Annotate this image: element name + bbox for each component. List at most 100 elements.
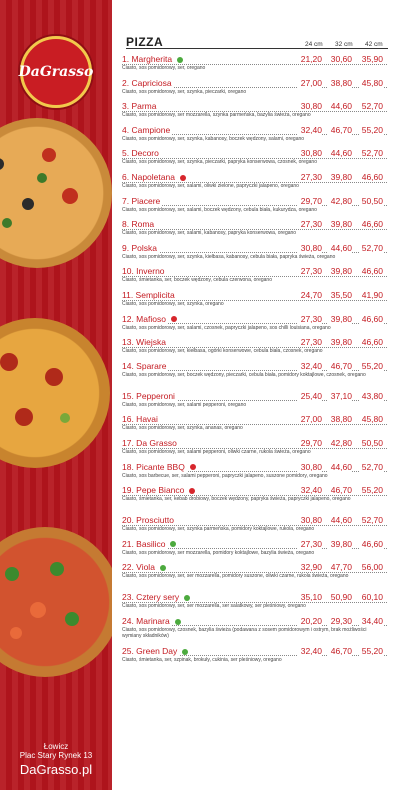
item-description: Ciasto, sos pomidorowy, ser, boczek wędz… — [122, 371, 366, 378]
spicy-icon — [179, 174, 186, 181]
vegetarian-icon — [170, 541, 177, 548]
item-price-2: 46,70 — [328, 360, 352, 371]
item-price-2: 50,90 — [328, 592, 352, 603]
item-name: 9. Polska — [122, 242, 159, 253]
logo-text: DaGrasso — [18, 64, 94, 80]
item-price-3: 46,60 — [359, 266, 383, 277]
item-price-1: 27,30 — [298, 171, 322, 182]
item-price-2: 35,50 — [328, 289, 352, 300]
vegetarian-icon — [174, 618, 181, 625]
size-header-small: 24 cm — [305, 41, 323, 48]
item-description: Ciasto, śmietanka, ser, kebab drobiowy, … — [122, 496, 351, 503]
item-price-2: 39,80 — [328, 313, 352, 324]
spicy-icon — [189, 464, 196, 471]
item-description: Ciasto, sos pomidorowy, czosnek, bazylia… — [122, 626, 367, 639]
item-price-1: 21,20 — [298, 54, 322, 64]
item-price-1: 20,20 — [298, 615, 322, 626]
item-price-2: 44,60 — [328, 515, 352, 526]
menu-item: 19. Pepe Bianco 32,40 46,70 55,20 Ciasto, śm… — [120, 485, 394, 515]
item-price-3: 46,60 — [359, 337, 383, 348]
item-description: Ciasto, śmietanka, ser, boczek wędzony, … — [122, 277, 272, 284]
item-description: Ciasto, sos pomidorowy, ser, salami, oli… — [122, 182, 299, 189]
menu-item: 20. Prosciutto 30,80 44,60 52,70 Ciasto, sos… — [120, 515, 394, 539]
item-name: 20. Prosciutto — [122, 515, 176, 526]
item-price-2: 42,80 — [328, 437, 352, 448]
item-price-1: 32,90 — [298, 562, 322, 573]
menu-item: 3. Parma 30,80 44,60 52,70 Ciasto, sos pomid… — [120, 101, 394, 125]
menu-item: 7. Piacere 29,70 42,80 50,50 Ciasto, sos pom… — [120, 195, 394, 220]
item-price-1: 29,70 — [298, 437, 322, 448]
item-price-2: 44,60 — [328, 461, 352, 472]
item-price-1: 27,30 — [298, 313, 322, 324]
item-description: Ciasto, sos pomidorowy, ser, salami pepp… — [122, 448, 311, 455]
item-price-2: 30,60 — [328, 54, 352, 64]
item-price-2: 39,80 — [328, 219, 352, 230]
menu-item: 5. Decoro 30,80 44,60 52,70 Ciasto, sos pomi… — [120, 148, 394, 172]
item-price-1: 30,80 — [298, 148, 322, 159]
item-name: 1. Margherita — [122, 54, 184, 64]
item-price-1: 30,80 — [298, 101, 322, 112]
item-description: Ciasto, sos pomidorowy, ser, kiełbasa, o… — [122, 348, 323, 355]
size-header-medium: 32 cm — [335, 41, 353, 48]
item-price-3: 52,70 — [359, 515, 383, 526]
item-price-3: 41,90 — [359, 289, 383, 300]
item-name: 5. Decoro — [122, 148, 161, 159]
item-price-3: 35,90 — [359, 54, 383, 64]
vegetarian-icon — [182, 648, 189, 655]
item-description: Ciasto, sos pomidorowy, ser, szynka parm… — [122, 526, 315, 533]
location-footer: Łowicz Plac Stary Rynek 13 DaGrasso.pl — [0, 742, 112, 777]
item-name: 22. Viola — [122, 562, 166, 573]
item-description: Ciasto, sos pomidorowy, ser, szynka, pie… — [122, 159, 317, 166]
menu-item: 10. Inverno 27,30 39,80 46,60 Ciasto, śmieta… — [120, 266, 394, 290]
menu-item: 17. Da Grasso 29,70 42,80 50,50 Ciasto, sos … — [120, 437, 394, 462]
menu-title: PIZZA — [126, 35, 164, 49]
item-price-3: 55,20 — [359, 645, 383, 656]
website-link[interactable]: DaGrasso.pl — [0, 762, 112, 777]
item-price-2: 39,80 — [328, 337, 352, 348]
item-price-2: 46,70 — [328, 124, 352, 135]
spicy-icon — [189, 487, 196, 494]
menu-item: 2. Capriciosa 27,00 38,80 45,80 Ciasto, sos … — [120, 77, 394, 102]
item-price-3: 43,80 — [359, 390, 383, 401]
item-description: Ciasto, sos pomidorowy, ser, szynka, ore… — [122, 300, 224, 307]
item-description: Ciasto, śmietanka, ser, szpinak, brokuły… — [122, 656, 282, 663]
menu-item: 6. Napoletana 27,30 39,80 46,60 Ciasto, sos … — [120, 171, 394, 196]
menu-item: 16. Havai 27,00 38,80 45,80 Ciasto, sos pomi… — [120, 414, 394, 438]
item-name: 7. Piacere — [122, 195, 163, 206]
item-price-1: 30,80 — [298, 242, 322, 253]
item-price-2: 44,60 — [328, 242, 352, 253]
item-price-2: 38,80 — [328, 77, 352, 88]
item-description: Ciasto, sos pomidorowy, ser, szynka, kab… — [122, 135, 305, 142]
menu-items: 1. Margherita 21,20 30,60 35,90 Ciasto, sos … — [120, 54, 394, 669]
brand-logo: DaGrasso — [18, 36, 94, 108]
spicy-icon — [170, 316, 177, 323]
item-price-1: 27,30 — [298, 266, 322, 277]
item-name: 8. Roma — [122, 219, 157, 230]
item-name: 16. Havai — [122, 414, 160, 425]
pizza-menu: PIZZA 24 cm 32 cm 42 cm 1. Margherita 21,… — [120, 0, 394, 663]
item-description: Ciasto, sos pomidorowy, ser, ser mozzare… — [122, 603, 306, 610]
sidebar: DaGrasso Łowicz Plac Stary Rynek 13 DaGr… — [0, 0, 112, 790]
item-price-1: 27,30 — [298, 538, 322, 549]
item-description: Ciasto, sos pomidorowy, ser, salami pepp… — [122, 401, 247, 408]
item-name: 15. Pepperoni — [122, 390, 177, 401]
menu-item: 15. Pepperoni 25,40 37,10 43,80 Ciasto, sos … — [120, 390, 394, 415]
item-price-1: 30,80 — [298, 461, 322, 472]
item-price-1: 29,70 — [298, 195, 322, 206]
item-price-1: 35,10 — [298, 592, 322, 603]
item-price-2: 46,70 — [328, 485, 352, 496]
item-name: 11. Semplicita — [122, 289, 177, 300]
item-price-1: 27,30 — [298, 337, 322, 348]
item-price-3: 50,50 — [359, 437, 383, 448]
item-price-2: 39,80 — [328, 171, 352, 182]
city-label: Łowicz — [43, 742, 69, 751]
item-description: Ciasto, sos pomidorowy, ser mozzarella, … — [122, 112, 311, 119]
item-description: Ciasto, sos barbecue, ser, salami pepper… — [122, 472, 328, 479]
item-price-2: 38,80 — [328, 414, 352, 425]
item-name: 3. Parma — [122, 101, 159, 112]
item-name: 14. Sparare — [122, 360, 169, 371]
menu-item: 13. Wiejska 27,30 39,80 46,60 Ciasto, sos po… — [120, 337, 394, 361]
item-name: 18. Picante BBQ — [122, 461, 196, 472]
vegetarian-icon — [159, 565, 166, 572]
item-price-1: 32,40 — [298, 360, 322, 371]
